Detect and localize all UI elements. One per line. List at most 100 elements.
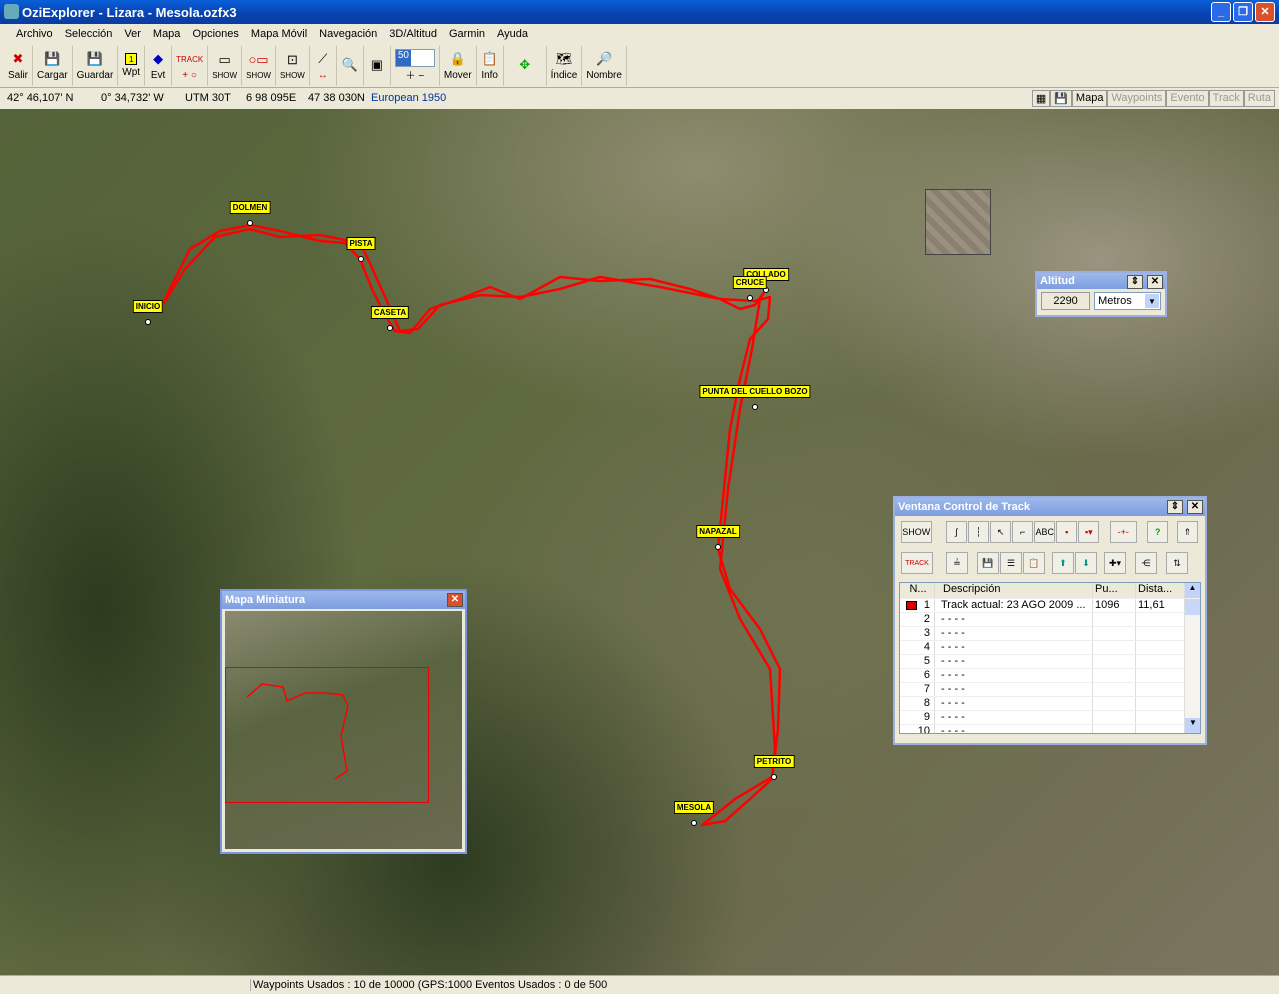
show-track-button[interactable]: ▭ SHOW xyxy=(208,45,243,86)
menu-navegacion[interactable]: Navegación xyxy=(313,28,383,40)
properties-icon[interactable]: 📋 xyxy=(1023,552,1045,574)
waypoint-marker[interactable] xyxy=(387,325,393,331)
list-icon[interactable]: ☰ xyxy=(1000,552,1022,574)
split-icon[interactable]: ┆ xyxy=(968,521,990,543)
add-track-point-icon[interactable]: -+- xyxy=(1109,521,1137,543)
waypoint-label[interactable]: PISTA xyxy=(346,237,376,250)
waypoint-marker[interactable] xyxy=(715,544,721,550)
expand-collapse-icon[interactable]: ⇅ xyxy=(1166,552,1188,574)
waypoint-marker[interactable] xyxy=(771,774,777,780)
menu-seleccion[interactable]: Selección xyxy=(59,28,119,40)
window-button[interactable]: ▣ xyxy=(364,45,391,86)
join-icon[interactable]: ⌐ xyxy=(1012,521,1034,543)
scroll-down-icon[interactable]: ▼ xyxy=(1185,718,1200,733)
waypoint-marker[interactable] xyxy=(691,820,697,826)
show-waypoints-button[interactable]: ○▭ SHOW xyxy=(242,45,276,86)
point-dropdown-icon[interactable]: ▪▾ xyxy=(1078,521,1100,543)
show-track-icon[interactable]: SHOW xyxy=(901,521,932,543)
maximize-button[interactable]: ❐ xyxy=(1233,2,1253,22)
col-n[interactable]: N... xyxy=(900,583,935,598)
table-row[interactable]: 3- - - - xyxy=(900,627,1200,641)
menu-ver[interactable]: Ver xyxy=(118,28,147,40)
menu-opciones[interactable]: Opciones xyxy=(186,28,244,40)
table-row[interactable]: 1 Track actual: 23 AGO 2009 ... 1096 11,61 xyxy=(900,599,1200,613)
waypoint-label[interactable]: INICIO xyxy=(132,300,164,313)
point-icon[interactable]: ▪ xyxy=(1056,521,1078,543)
menu-mapa[interactable]: Mapa xyxy=(147,28,187,40)
col-puntos[interactable]: Pu... xyxy=(1093,583,1136,598)
waypoint-label[interactable]: DOLMEN xyxy=(229,201,271,214)
tab-mapa[interactable]: Mapa xyxy=(1071,90,1108,107)
info-button[interactable]: 📋 Info xyxy=(477,45,504,86)
wpt-button[interactable]: 1 Wpt xyxy=(118,45,146,86)
scroll-thumb[interactable] xyxy=(1185,599,1200,615)
track-icon[interactable]: TRACK xyxy=(901,552,933,574)
zoom-in-out-icon[interactable]: ＋ − xyxy=(406,67,425,82)
table-row[interactable]: 2- - - - xyxy=(900,613,1200,627)
waypoint-marker[interactable] xyxy=(752,404,758,410)
upload-icon[interactable]: ⇑ xyxy=(1176,521,1198,543)
curve-icon[interactable]: ∫ xyxy=(945,521,967,543)
add-dropdown-icon[interactable]: ✚▾ xyxy=(1104,552,1126,574)
guardar-button[interactable]: 💾 Guardar xyxy=(73,45,119,86)
show-route-button[interactable]: ⊡ SHOW xyxy=(276,45,310,86)
table-row[interactable]: 5- - - - xyxy=(900,655,1200,669)
tab-evento[interactable]: Evento xyxy=(1166,90,1209,107)
table-row[interactable]: 6- - - - xyxy=(900,669,1200,683)
table-row[interactable]: 8- - - - xyxy=(900,697,1200,711)
menu-ayuda[interactable]: Ayuda xyxy=(491,28,534,40)
tab-waypoints[interactable]: Waypoints xyxy=(1107,90,1167,107)
track-button[interactable]: TRACK + ○ xyxy=(172,45,209,86)
table-row[interactable]: 4- - - - xyxy=(900,641,1200,655)
branch-icon[interactable]: ⋲ xyxy=(1135,552,1157,574)
tab-track[interactable]: Track xyxy=(1208,90,1244,107)
map-image-icon[interactable]: ▦ xyxy=(1031,90,1051,107)
col-descripcion[interactable]: Descripción xyxy=(935,583,1093,598)
waypoint-marker[interactable] xyxy=(247,220,253,226)
close-icon[interactable]: ✕ xyxy=(1187,500,1203,514)
scroll-up-icon[interactable]: ▲ xyxy=(1185,583,1200,598)
waypoint-label[interactable]: MESOLA xyxy=(673,801,715,814)
indice-button[interactable]: 🗺 Índice xyxy=(547,45,583,86)
menu-3d-altitud[interactable]: 3D/Altitud xyxy=(383,28,443,40)
zoom-button[interactable]: 🔍 xyxy=(337,45,364,86)
minimize-button[interactable]: _ xyxy=(1211,2,1231,22)
track-color-swatch[interactable] xyxy=(906,601,917,610)
menu-garmin[interactable]: Garmin xyxy=(443,28,491,40)
tab-ruta[interactable]: Ruta xyxy=(1243,90,1275,107)
waypoint-label[interactable]: CRUCE xyxy=(732,276,768,289)
menu-mapa-movil[interactable]: Mapa Móvil xyxy=(245,28,313,40)
abc-icon[interactable]: ABC xyxy=(1034,521,1056,543)
unit-select[interactable]: Metros ▼ xyxy=(1094,292,1161,310)
waypoint-label[interactable]: CASETA xyxy=(370,306,410,319)
nombre-button[interactable]: 🔎 Nombre xyxy=(582,45,627,86)
scrollbar[interactable]: ▲ ▼ xyxy=(1184,583,1200,733)
collapse-icon[interactable]: ⇕ xyxy=(1127,275,1143,289)
collapse-icon[interactable]: ⇕ xyxy=(1167,500,1183,514)
table-row[interactable]: 7- - - - xyxy=(900,683,1200,697)
save-view-icon[interactable]: 💾 xyxy=(1050,90,1072,107)
distance-button[interactable]: ⟋ ↔ xyxy=(310,45,337,86)
help-icon[interactable]: ? xyxy=(1147,521,1169,543)
save-icon[interactable]: 💾 xyxy=(977,552,999,574)
arrow-up-icon[interactable]: ⬆ xyxy=(1052,552,1074,574)
waypoint-label[interactable]: PUNTA DEL CUELLO BOZO xyxy=(699,385,811,398)
evt-button[interactable]: ◆ Evt xyxy=(145,45,173,86)
table-row[interactable]: 9- - - - xyxy=(900,711,1200,725)
mover-button[interactable]: 🔒 Mover xyxy=(440,45,477,86)
waypoint-label[interactable]: NAPAZAL xyxy=(696,525,740,538)
zoom-select[interactable]: 50 xyxy=(394,49,435,67)
waypoint-marker[interactable] xyxy=(747,295,753,301)
baseline-icon[interactable]: ≟ xyxy=(946,552,968,574)
minimap-canvas[interactable] xyxy=(225,611,462,849)
waypoint-marker[interactable] xyxy=(145,319,151,325)
waypoint-marker[interactable] xyxy=(358,256,364,262)
waypoint-label[interactable]: PETRITO xyxy=(753,755,795,768)
cargar-button[interactable]: 💾 Cargar xyxy=(33,45,73,86)
pan-button[interactable]: ✥ xyxy=(504,45,547,86)
close-icon[interactable]: ✕ xyxy=(447,593,463,607)
close-button[interactable]: ✕ xyxy=(1255,2,1275,22)
table-row[interactable]: 10- - - - xyxy=(900,725,1200,733)
arrow-down-icon[interactable]: ⬇ xyxy=(1075,552,1097,574)
close-icon[interactable]: ✕ xyxy=(1147,275,1163,289)
